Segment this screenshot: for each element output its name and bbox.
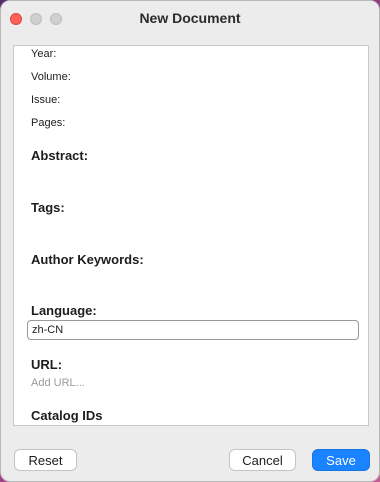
abstract-label: Abstract: [31,148,89,163]
metadata-form-panel[interactable]: Year: Volume: Issue: Pages: Abstract: Ta… [13,45,369,426]
cancel-button[interactable]: Cancel [229,449,296,471]
language-label: Language: [31,303,97,318]
save-button[interactable]: Save [312,449,370,471]
language-input[interactable]: zh-CN [27,320,359,340]
new-document-window: New Document Year: Volume: Issue: Pages:… [0,0,380,482]
catalog-ids-label: Catalog IDs [31,408,103,423]
title-bar: New Document [1,1,379,36]
url-input[interactable]: Add URL... [31,377,85,389]
issue-label: Issue: [31,94,61,106]
reset-button[interactable]: Reset [14,449,77,471]
pages-label: Pages: [31,117,66,129]
url-label: URL: [31,357,63,372]
volume-label: Volume: [31,71,71,83]
tags-label: Tags: [31,200,65,215]
year-label: Year: [31,48,57,60]
window-title: New Document [139,10,241,26]
author-keywords-label: Author Keywords: [31,252,144,267]
